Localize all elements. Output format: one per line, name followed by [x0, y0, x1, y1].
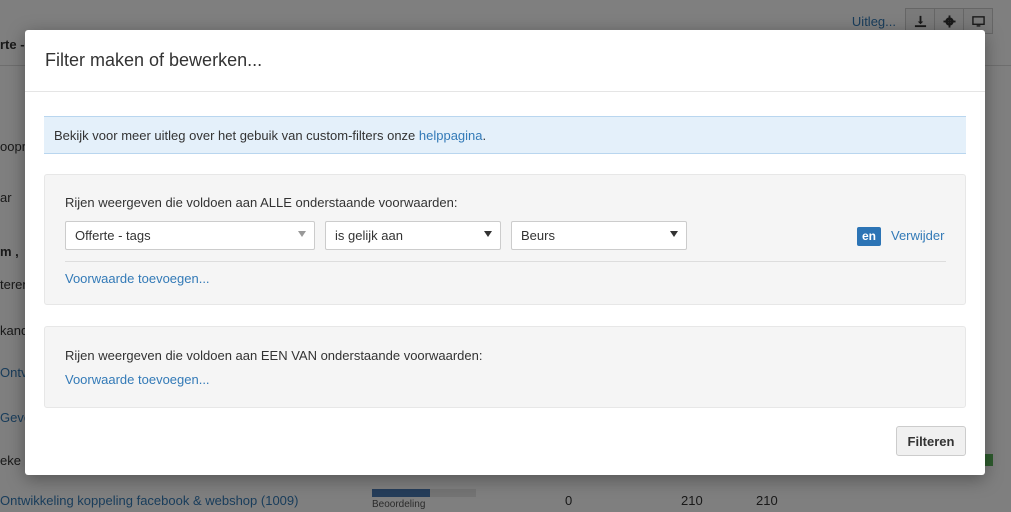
info-suffix: .: [482, 128, 487, 143]
value-select-value: Beurs: [521, 228, 555, 243]
help-page-link[interactable]: helppagina: [419, 128, 483, 143]
operator-select-value: is gelijk aan: [335, 228, 403, 243]
value-select[interactable]: Beurs: [511, 221, 687, 250]
operator-select[interactable]: is gelijk aan: [325, 221, 501, 250]
chevron-down-icon: [298, 231, 306, 237]
field-select[interactable]: Offerte - tags: [65, 221, 315, 250]
info-text: Bekijk voor meer uitleg over het gebuik …: [54, 128, 419, 143]
all-conditions-panel: Rijen weergeven die voldoen aan ALLE ond…: [44, 174, 966, 305]
chevron-down-icon: [670, 231, 678, 237]
filter-modal: Filter maken of bewerken... Bekijk voor …: [25, 30, 985, 475]
all-conditions-label: Rijen weergeven die voldoen aan ALLE ond…: [65, 195, 458, 210]
remove-condition-link[interactable]: Verwijder: [891, 228, 944, 243]
add-all-condition-link[interactable]: Voorwaarde toevoegen...: [65, 271, 210, 286]
modal-title: Filter maken of bewerken...: [45, 50, 263, 70]
add-any-condition-link[interactable]: Voorwaarde toevoegen...: [65, 372, 210, 387]
filter-submit-button[interactable]: Filteren: [896, 426, 966, 456]
field-select-value: Offerte - tags: [75, 228, 151, 243]
info-alert: Bekijk voor meer uitleg over het gebuik …: [44, 116, 966, 154]
connector-badge: en: [857, 227, 882, 246]
any-conditions-label: Rijen weergeven die voldoen aan EEN VAN …: [65, 348, 483, 363]
modal-header: Filter maken of bewerken...: [25, 30, 985, 92]
chevron-down-icon: [484, 231, 492, 237]
any-conditions-panel: Rijen weergeven die voldoen aan EEN VAN …: [44, 326, 966, 408]
condition-divider: [65, 261, 946, 262]
